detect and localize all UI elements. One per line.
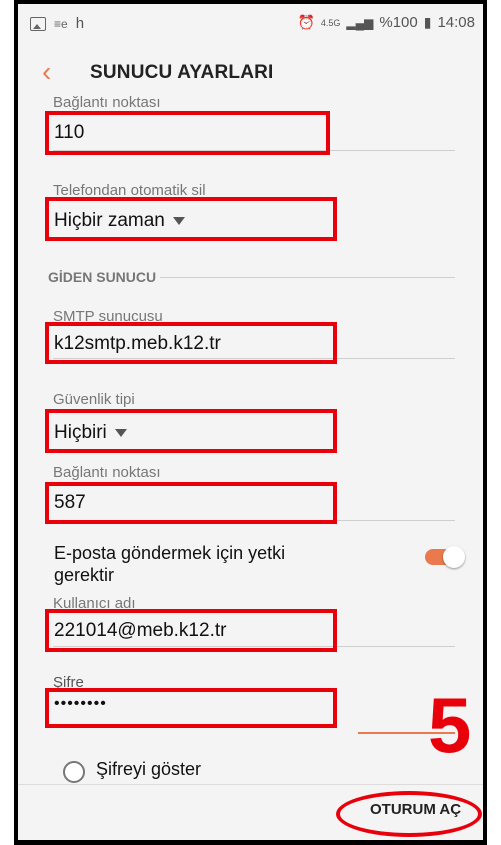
- image-icon: [30, 16, 46, 31]
- back-chevron-icon[interactable]: ‹: [42, 56, 51, 88]
- step-number-annotation: 5: [428, 681, 472, 769]
- highlight-oval: [336, 791, 482, 837]
- security-type-label: Güvenlik tipi: [53, 391, 135, 408]
- highlight-box: [45, 322, 337, 364]
- app-bar: ‹ SUNUCU AYARLARI: [18, 44, 483, 98]
- highlight-box: [45, 111, 330, 155]
- status-left-text: h: [75, 15, 85, 32]
- signal-icon: ▂▄▆: [346, 15, 374, 30]
- toggle-knob: [443, 546, 465, 568]
- alarm-icon: ⏰: [297, 14, 315, 30]
- mail-icon: ≡e: [54, 16, 68, 31]
- show-password-label: Şifreyi göster: [96, 759, 202, 779]
- bottom-action-bar: OTURUM AÇ: [18, 784, 483, 840]
- auth-required-toggle[interactable]: [425, 546, 465, 568]
- highlight-box: [45, 609, 337, 652]
- settings-form: Bağlantı noktası 110 Telefondan otomatik…: [18, 94, 483, 788]
- auth-required-label: E-posta göndermek için yetki gerektir: [54, 543, 286, 585]
- battery-icon: ▮: [423, 14, 432, 30]
- section-divider: [160, 277, 455, 278]
- phone-screen: ≡e h ⏰ 4.5G ▂▄▆ %100 ▮ 14:08 ‹ SUNUCU AY…: [18, 4, 483, 840]
- highlight-box: [45, 409, 337, 453]
- page-title: SUNUCU AYARLARI: [90, 62, 274, 83]
- highlight-box: [45, 688, 337, 728]
- incoming-port-label: Bağlantı noktası: [53, 94, 161, 111]
- clock: 14:08: [437, 14, 475, 31]
- highlight-box: [45, 197, 337, 241]
- network-indicator: 4.5G: [320, 17, 341, 28]
- show-password-radio[interactable]: [63, 761, 85, 783]
- battery-percent: %100: [379, 14, 418, 31]
- outgoing-port-label: Bağlantı noktası: [53, 464, 161, 481]
- section-title-outgoing: GİDEN SUNUCU: [48, 269, 157, 285]
- status-bar: ≡e h ⏰ 4.5G ▂▄▆ %100 ▮ 14:08: [18, 4, 483, 44]
- highlight-box: [45, 482, 337, 524]
